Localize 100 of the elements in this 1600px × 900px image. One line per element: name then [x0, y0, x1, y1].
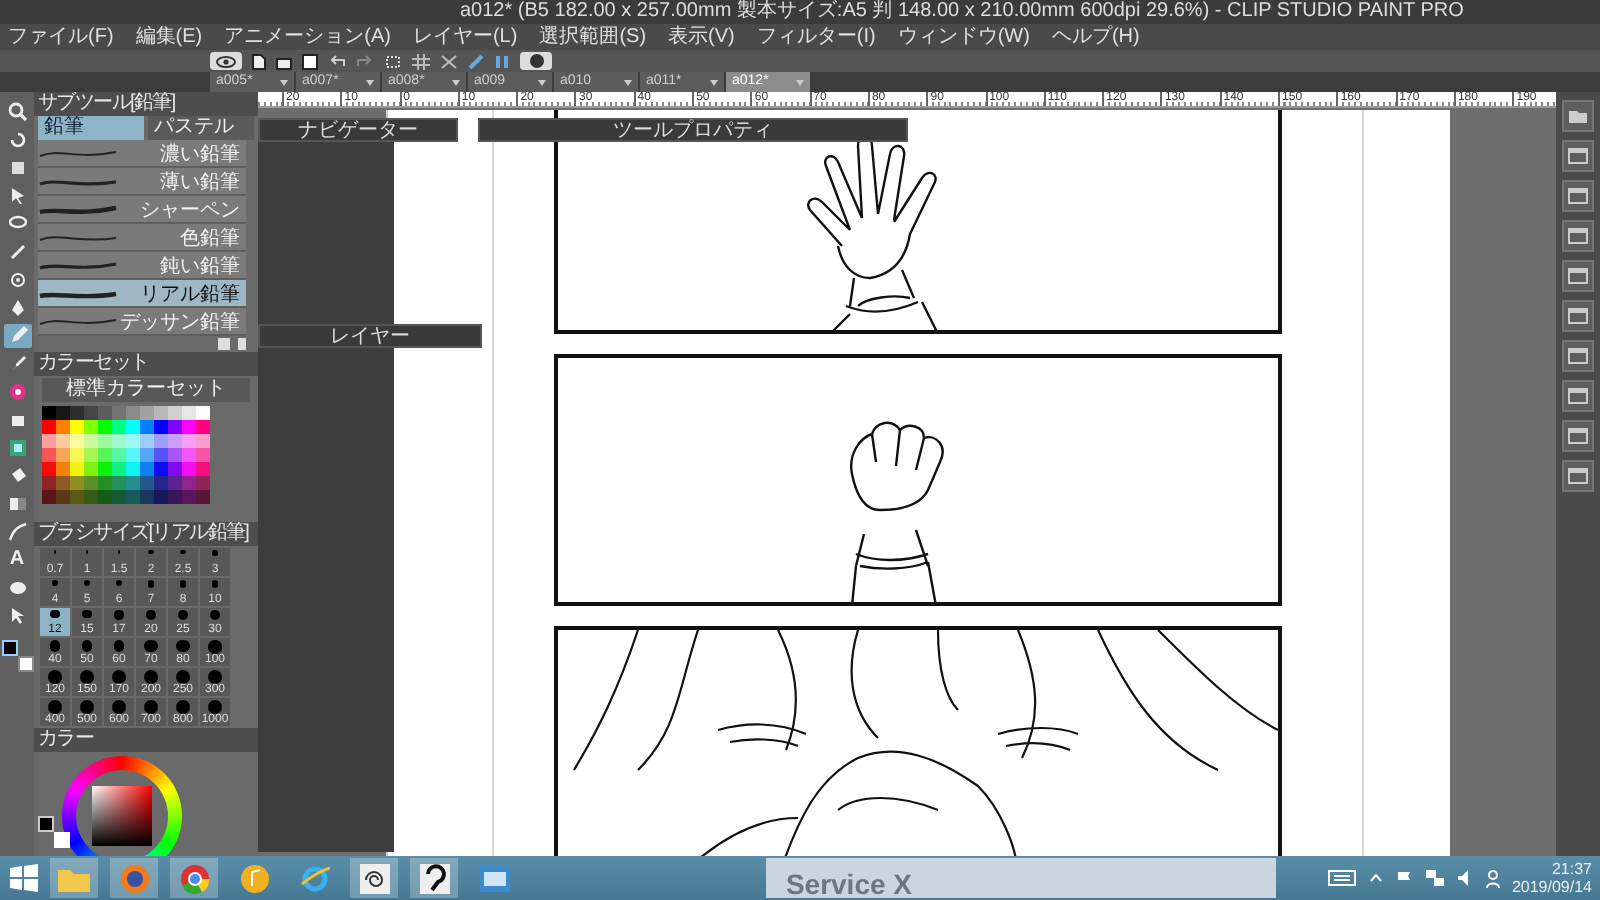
- save-icon[interactable]: [302, 53, 318, 69]
- sub-tool-tab[interactable]: パステル: [148, 116, 254, 140]
- window-button[interactable]: [1562, 260, 1594, 292]
- chevron-up-icon[interactable]: [1369, 874, 1382, 882]
- dropdown-icon[interactable]: [624, 79, 632, 85]
- eraser-icon: [7, 410, 27, 430]
- tool-button[interactable]: [3, 520, 31, 544]
- help-button[interactable]: [520, 52, 552, 70]
- undo-icon[interactable]: [328, 54, 346, 68]
- cube-icon: [7, 158, 27, 178]
- main-color-swatch[interactable]: [38, 816, 54, 832]
- paint-bucket-icon: [7, 466, 27, 486]
- eye-button[interactable]: [210, 52, 242, 70]
- folder-icon: [1568, 108, 1588, 124]
- tool-button[interactable]: [3, 100, 31, 124]
- sub-color-swatch[interactable]: [54, 832, 70, 848]
- brush-item[interactable]: 色鉛筆: [38, 224, 246, 252]
- dot-icon: [176, 670, 190, 684]
- brush-item[interactable]: シャーペン: [38, 196, 246, 224]
- dot-icon: [211, 580, 219, 588]
- trash-icon[interactable]: [236, 338, 248, 350]
- dropdown-icon[interactable]: [452, 79, 460, 85]
- dot-icon: [178, 610, 188, 620]
- menu-item[interactable]: ファイル(F): [8, 24, 114, 50]
- dot-icon: [146, 610, 156, 620]
- new-file-icon[interactable]: [252, 53, 266, 69]
- speaker-icon[interactable]: [1457, 870, 1472, 886]
- color-wheel[interactable]: [62, 756, 182, 856]
- cursor-icon: [7, 606, 27, 626]
- tool-button[interactable]: [3, 324, 31, 348]
- color-palette[interactable]: [42, 406, 210, 504]
- window-button[interactable]: [1562, 180, 1594, 212]
- stroke-preview: [38, 257, 118, 273]
- brush-item[interactable]: 薄い鉛筆: [38, 168, 246, 196]
- lasso-icon: [7, 214, 27, 234]
- sub-tool-tab[interactable]: 鉛筆: [38, 116, 144, 140]
- dropdown-icon[interactable]: [710, 79, 718, 85]
- balloon-icon: [7, 578, 27, 598]
- windows-logo-icon[interactable]: [10, 864, 38, 892]
- eye-icon: [216, 55, 236, 67]
- dot-icon: [113, 640, 125, 652]
- pencil-icon: [7, 326, 27, 346]
- app-taskbar-button[interactable]: [410, 858, 458, 898]
- pen-icon[interactable]: [494, 53, 510, 69]
- color-set-dropdown[interactable]: 標準カラーセット: [42, 378, 250, 402]
- dot-icon: [144, 700, 158, 714]
- hook-icon: [419, 863, 449, 893]
- network-icon[interactable]: [1425, 870, 1444, 886]
- window-button[interactable]: [1562, 300, 1594, 332]
- dot-icon: [115, 580, 123, 587]
- keyboard-icon[interactable]: [1327, 870, 1356, 886]
- dot-icon: [84, 580, 90, 586]
- app-taskbar-button[interactable]: [350, 858, 398, 898]
- window-icon: [1568, 348, 1588, 364]
- window-button[interactable]: [1562, 140, 1594, 172]
- menu-item[interactable]: 編集(E): [135, 24, 203, 50]
- redo-icon[interactable]: [356, 54, 374, 68]
- window-icon: [1568, 228, 1588, 244]
- flag-icon[interactable]: [1395, 870, 1412, 886]
- dot-icon: [144, 640, 158, 653]
- menu-item[interactable]: フィルター(I): [756, 24, 876, 50]
- menu-item[interactable]: 選択範囲(S): [539, 24, 647, 50]
- brush-item[interactable]: 濃い鉛筆: [38, 140, 246, 168]
- panel-title: レイヤー: [258, 324, 482, 348]
- transform-icon[interactable]: [384, 53, 402, 69]
- text-tool-button[interactable]: A: [3, 548, 31, 572]
- folder-icon[interactable]: [276, 53, 292, 69]
- arrow-icon: [7, 186, 27, 206]
- menu-item[interactable]: ウィンドウ(W): [897, 24, 1030, 50]
- folder-button[interactable]: [1562, 100, 1594, 132]
- person-icon[interactable]: [1485, 869, 1500, 887]
- stroke-preview: [38, 313, 118, 329]
- dot-icon: [208, 700, 222, 714]
- dot-icon: [81, 640, 93, 652]
- main-color-swatch[interactable]: [1, 640, 17, 656]
- dropdown-icon[interactable]: [366, 79, 374, 85]
- menu-item[interactable]: レイヤー(L): [412, 24, 518, 50]
- dot-icon: [112, 670, 126, 684]
- window-icon: [1568, 308, 1588, 324]
- sub-color-swatch[interactable]: [17, 656, 33, 672]
- window-button[interactable]: [1562, 380, 1594, 412]
- brush-item[interactable]: リアル鉛筆: [38, 280, 246, 308]
- window-button[interactable]: [1562, 420, 1594, 452]
- dropdown-icon[interactable]: [538, 79, 546, 85]
- dropper-icon: [7, 242, 27, 262]
- dot-icon: [176, 700, 190, 714]
- dropdown-icon[interactable]: [280, 79, 288, 85]
- brush-item[interactable]: 鈍い鉛筆: [38, 252, 246, 280]
- panel-title: カラーセット: [34, 352, 258, 376]
- pen-nib-icon: [7, 298, 27, 318]
- menu-item[interactable]: ヘルプ(H): [1051, 24, 1140, 50]
- window-button[interactable]: [1562, 220, 1594, 252]
- dot-icon: [209, 610, 221, 621]
- menu-item[interactable]: 表示(V): [668, 24, 735, 50]
- brush-item[interactable]: デッサン鉛筆: [38, 308, 246, 336]
- window-button[interactable]: [1562, 460, 1594, 492]
- window-button[interactable]: [1562, 340, 1594, 372]
- menu-item[interactable]: アニメーション(A): [224, 24, 391, 50]
- pen-icon[interactable]: [468, 53, 484, 69]
- grid-icon[interactable]: [412, 53, 430, 69]
